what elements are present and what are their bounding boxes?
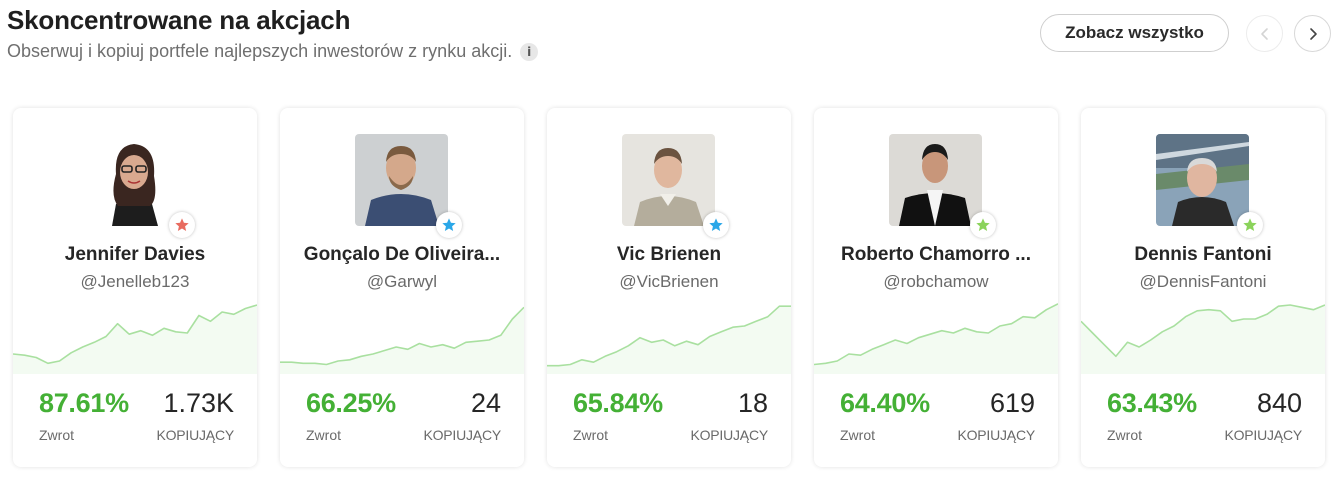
return-value: 87.61% bbox=[39, 388, 129, 418]
star-icon bbox=[709, 218, 723, 231]
copiers-label: KOPIUJĄCY bbox=[156, 427, 234, 443]
section-header: Skoncentrowane na akcjach Obserwuj i kop… bbox=[7, 0, 1332, 80]
star-badge bbox=[169, 212, 195, 238]
copiers-value: 24 bbox=[470, 388, 501, 418]
chevron-left-icon bbox=[1260, 27, 1268, 40]
sparkline-area bbox=[1081, 305, 1325, 374]
chevron-right-icon bbox=[1309, 27, 1317, 40]
info-icon[interactable]: i bbox=[520, 42, 539, 61]
star-badge bbox=[1237, 212, 1263, 238]
avatar bbox=[88, 134, 181, 226]
prev-button[interactable] bbox=[1246, 15, 1283, 52]
return-label: Zwrot bbox=[306, 427, 341, 443]
copiers-label: KOPIUJĄCY bbox=[423, 427, 501, 443]
performance-sparkline bbox=[13, 304, 257, 374]
return-label: Zwrot bbox=[840, 427, 875, 443]
copiers-label: KOPIUJĄCY bbox=[690, 427, 768, 443]
investor-card[interactable]: Gonçalo De Oliveira... @Garwyl 66.25% Zw… bbox=[280, 108, 524, 467]
investor-name: Dennis Fantoni bbox=[1134, 244, 1272, 265]
performance-sparkline bbox=[280, 306, 524, 374]
return-label: Zwrot bbox=[39, 427, 74, 443]
subtitle-text: Obserwuj i kopiuj portfele najlepszych i… bbox=[7, 41, 513, 61]
return-value: 66.25% bbox=[306, 388, 396, 418]
return-label: Zwrot bbox=[573, 427, 608, 443]
star-icon bbox=[175, 218, 189, 231]
copiers-value: 1.73K bbox=[163, 388, 234, 418]
star-badge bbox=[436, 212, 462, 238]
avatar bbox=[355, 134, 448, 226]
return-value: 64.40% bbox=[840, 388, 930, 418]
copiers-label: KOPIUJĄCY bbox=[957, 427, 1035, 443]
return-value: 63.43% bbox=[1107, 388, 1197, 418]
avatar bbox=[1156, 134, 1249, 226]
next-button[interactable] bbox=[1294, 15, 1331, 52]
investor-name: Roberto Chamorro ... bbox=[840, 244, 1031, 265]
star-badge bbox=[703, 212, 729, 238]
return-value: 65.84% bbox=[573, 388, 663, 418]
section-title: Skoncentrowane na akcjach bbox=[7, 5, 351, 35]
copiers-label: KOPIUJĄCY bbox=[1224, 427, 1302, 443]
section-subtitle: Obserwuj i kopiuj portfele najlepszych i… bbox=[7, 41, 539, 62]
avatar bbox=[622, 134, 715, 226]
performance-sparkline bbox=[547, 305, 791, 374]
investor-name: Gonçalo De Oliveira... bbox=[303, 244, 501, 265]
investor-name: Jennifer Davies bbox=[64, 244, 206, 265]
investor-card[interactable]: Vic Brienen @VicBrienen 65.84% Zwrot 18 … bbox=[547, 108, 791, 467]
copiers-value: 840 bbox=[1256, 388, 1302, 418]
sparkline-area bbox=[547, 306, 791, 374]
star-icon bbox=[442, 218, 456, 231]
performance-sparkline bbox=[814, 303, 1058, 374]
star-icon bbox=[976, 218, 990, 231]
copiers-value: 619 bbox=[989, 388, 1035, 418]
star-icon bbox=[1243, 218, 1257, 231]
star-badge bbox=[970, 212, 996, 238]
investor-card[interactable]: Roberto Chamorro ... @robchamow 64.40% Z… bbox=[814, 108, 1058, 467]
performance-sparkline bbox=[1081, 304, 1325, 374]
investor-card[interactable]: Dennis Fantoni @DennisFantoni 63.43% Zwr… bbox=[1081, 108, 1325, 467]
return-label: Zwrot bbox=[1107, 427, 1142, 443]
avatar bbox=[889, 134, 982, 226]
investor-card[interactable]: Jennifer Davies @Jenelleb123 87.61% Zwro… bbox=[13, 108, 257, 467]
investor-name: Vic Brienen bbox=[616, 244, 722, 265]
sparkline-area bbox=[814, 303, 1058, 374]
see-all-button[interactable]: Zobacz wszystko bbox=[1040, 14, 1229, 52]
copiers-value: 18 bbox=[737, 388, 768, 418]
